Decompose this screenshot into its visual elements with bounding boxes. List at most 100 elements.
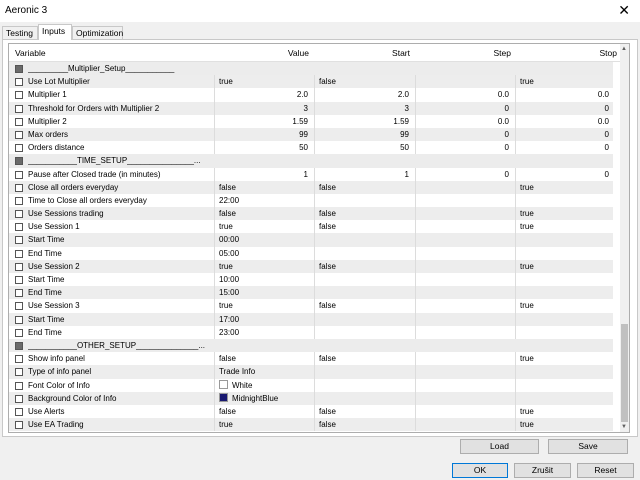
stop-cell[interactable]: true	[515, 352, 613, 366]
input-row[interactable]: Use Alerts false false true	[9, 404, 613, 419]
value-cell[interactable]: 05:00	[214, 246, 312, 260]
stop-cell[interactable]: 0.0	[515, 114, 613, 128]
start-cell[interactable]: 1	[314, 167, 413, 181]
checkbox-icon[interactable]	[15, 117, 23, 126]
header-step[interactable]: Step	[494, 48, 512, 58]
step-cell[interactable]	[415, 233, 513, 247]
checkbox-icon[interactable]	[15, 394, 23, 403]
header-value[interactable]: Value	[288, 48, 309, 58]
color-swatch-icon[interactable]	[219, 392, 228, 402]
checkbox-icon[interactable]	[15, 196, 23, 205]
step-cell[interactable]	[415, 325, 513, 339]
checkbox-icon[interactable]	[15, 78, 23, 87]
value-cell[interactable]: 50	[214, 141, 312, 155]
stop-cell[interactable]: 0	[515, 101, 613, 115]
start-cell[interactable]	[314, 286, 413, 300]
checkbox-icon[interactable]	[15, 170, 23, 179]
step-cell[interactable]	[415, 273, 513, 287]
stop-cell[interactable]: true	[515, 207, 613, 221]
value-cell[interactable]: MidnightBlue	[214, 391, 312, 405]
stop-cell[interactable]: true	[515, 259, 613, 273]
step-cell[interactable]: 0	[415, 167, 513, 181]
step-cell[interactable]	[415, 312, 513, 326]
start-cell[interactable]	[314, 273, 413, 287]
value-cell[interactable]: true	[214, 259, 312, 273]
start-cell[interactable]: 1.59	[314, 114, 413, 128]
stop-cell[interactable]: true	[515, 220, 613, 234]
checkbox-icon[interactable]	[15, 421, 23, 430]
step-cell[interactable]	[415, 404, 513, 419]
input-row[interactable]: Start Time 00:00	[9, 233, 613, 247]
checkbox-icon[interactable]	[15, 249, 23, 258]
input-row[interactable]: Time to Close all orders everyday 22:00	[9, 193, 613, 208]
stop-cell[interactable]	[515, 312, 613, 326]
checkbox-icon[interactable]	[15, 183, 23, 192]
value-cell[interactable]: true	[214, 299, 312, 313]
value-cell[interactable]: 2.0	[214, 88, 312, 102]
value-cell[interactable]: 1.59	[214, 114, 312, 128]
start-cell[interactable]: 50	[314, 141, 413, 155]
step-cell[interactable]	[415, 220, 513, 234]
checkbox-icon[interactable]	[15, 315, 23, 324]
step-cell[interactable]	[415, 193, 513, 208]
value-cell[interactable]: 23:00	[214, 325, 312, 339]
value-cell[interactable]: false	[214, 404, 312, 419]
checkbox-icon[interactable]	[15, 91, 23, 100]
step-cell[interactable]: 0	[415, 127, 513, 142]
tab-optimization[interactable]: Optimization	[72, 26, 123, 39]
step-cell[interactable]	[415, 207, 513, 221]
step-cell[interactable]	[415, 75, 513, 89]
step-cell[interactable]	[415, 365, 513, 379]
checkbox-icon[interactable]	[15, 262, 23, 271]
vertical-scrollbar[interactable]: ▲ ▼	[620, 44, 629, 432]
start-cell[interactable]: 3	[314, 101, 413, 115]
save-button[interactable]: Save	[548, 439, 628, 454]
input-row[interactable]: Start Time 17:00	[9, 312, 613, 326]
input-row[interactable]: Threshold for Orders with Multiplier 2 33…	[9, 101, 613, 115]
checkbox-icon[interactable]	[15, 289, 23, 298]
value-cell[interactable]: false	[214, 352, 312, 366]
checkbox-icon[interactable]	[15, 236, 23, 245]
checkbox-icon[interactable]	[15, 223, 23, 232]
step-cell[interactable]: 0	[415, 101, 513, 115]
stop-cell[interactable]	[515, 246, 613, 260]
checkbox-icon[interactable]	[15, 130, 23, 139]
checkbox-icon[interactable]	[15, 407, 23, 416]
value-cell[interactable]: White	[214, 378, 312, 392]
input-row[interactable]: End Time 15:00	[9, 286, 613, 300]
start-cell[interactable]: 2.0	[314, 88, 413, 102]
start-cell[interactable]: false	[314, 352, 413, 366]
close-icon[interactable]: ✕	[618, 2, 630, 18]
section-row[interactable]: ___________TIME_SETUP_______________...	[9, 154, 613, 168]
step-cell[interactable]	[415, 352, 513, 366]
step-cell[interactable]	[415, 418, 513, 432]
stop-cell[interactable]	[515, 325, 613, 339]
start-cell[interactable]	[314, 391, 413, 405]
value-cell[interactable]: 15:00	[214, 286, 312, 300]
value-cell[interactable]: 00:00	[214, 233, 312, 247]
input-row[interactable]: Max orders 99 99 0 0	[9, 127, 613, 142]
input-row[interactable]: Use Session 3 true false true	[9, 299, 613, 313]
value-cell[interactable]: true	[214, 75, 312, 89]
color-swatch-icon[interactable]	[219, 379, 228, 389]
step-cell[interactable]	[415, 180, 513, 194]
start-cell[interactable]	[314, 312, 413, 326]
start-cell[interactable]	[314, 378, 413, 392]
input-row[interactable]: Multiplier 1 2.0 2.0 0.0 0.0	[9, 88, 613, 102]
section-row[interactable]: ___________OTHER_SETUP______________...	[9, 338, 613, 353]
stop-cell[interactable]: 0	[515, 141, 613, 155]
checkbox-icon[interactable]	[15, 302, 23, 311]
input-row[interactable]: Orders distance 50 50 0 0	[9, 141, 613, 155]
stop-cell[interactable]	[515, 391, 613, 405]
reset-button[interactable]: Reset	[577, 463, 634, 478]
start-cell[interactable]: false	[314, 418, 413, 432]
step-cell[interactable]: 0.0	[415, 88, 513, 102]
value-cell[interactable]: 3	[214, 101, 312, 115]
input-row[interactable]: Font Color of Info White	[9, 378, 613, 392]
start-cell[interactable]: false	[314, 180, 413, 194]
value-cell[interactable]: 1	[214, 167, 312, 181]
start-cell[interactable]: false	[314, 259, 413, 273]
step-cell[interactable]	[415, 259, 513, 273]
cancel-button[interactable]: Zrušit	[514, 463, 571, 478]
value-cell[interactable]: 17:00	[214, 312, 312, 326]
